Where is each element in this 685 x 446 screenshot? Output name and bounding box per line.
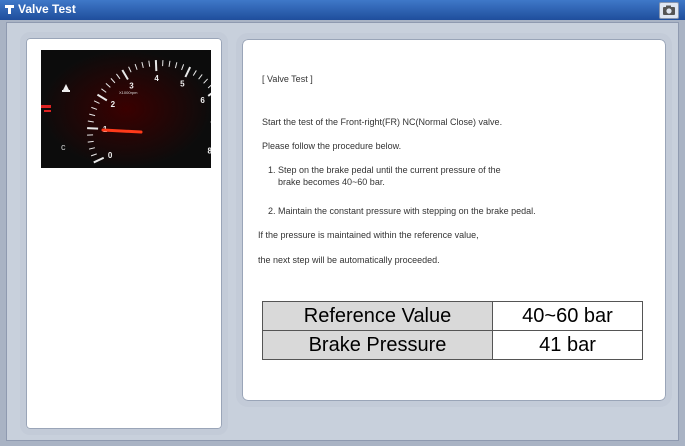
- pressure-table: Reference Value 40~60 bar Brake Pressure…: [262, 301, 643, 360]
- table-row: Reference Value 40~60 bar: [262, 301, 643, 331]
- camera-icon: [663, 5, 675, 15]
- gauge-tick-label: 8: [208, 146, 211, 155]
- gauge-major-tick: [87, 127, 99, 130]
- brake-pressure-value: 41 bar: [492, 330, 643, 360]
- gauge-tick-label: 7: [210, 120, 211, 129]
- gauge-tick-label: 6: [200, 96, 205, 105]
- step-2: 2. Maintain the constant pressure with s…: [268, 206, 536, 216]
- gauge-needle: [101, 128, 143, 134]
- valve-icon: [5, 5, 14, 14]
- tachometer-image: 012345678 X1000rpm c: [41, 50, 211, 168]
- brake-pressure-label: Brake Pressure: [262, 330, 493, 360]
- reference-value-label: Reference Value: [262, 301, 493, 331]
- step-1-line-1: 1. Step on the brake pedal until the cur…: [268, 165, 501, 175]
- gauge-unit-label: X1000rpm: [119, 90, 138, 95]
- test-heading: [ Valve Test ]: [262, 74, 313, 84]
- instruction-line-3: If the pressure is maintained within the…: [258, 230, 479, 240]
- title-bar: Valve Test: [0, 0, 685, 20]
- gauge-tick-label: 0: [108, 151, 113, 160]
- instruction-line-1: Start the test of the Front-right(FR) NC…: [262, 117, 503, 127]
- reference-value: 40~60 bar: [492, 301, 643, 331]
- step-1-line-2: brake becomes 40~60 bar.: [278, 177, 385, 187]
- fuel-gauge-label: c: [61, 142, 66, 152]
- gauge-tick-label: 2: [111, 100, 116, 109]
- gauge-tick-label: 5: [180, 79, 185, 88]
- instruction-line-2: Please follow the procedure below.: [262, 141, 402, 151]
- tachometer-gauge: 012345678 X1000rpm c: [41, 50, 211, 168]
- gauge-tick-label: 4: [154, 74, 159, 83]
- camera-button[interactable]: [659, 2, 679, 19]
- window-title: Valve Test: [18, 2, 76, 16]
- instruction-line-4: the next step will be automatically proc…: [258, 255, 440, 265]
- table-row: Brake Pressure 41 bar: [262, 330, 643, 360]
